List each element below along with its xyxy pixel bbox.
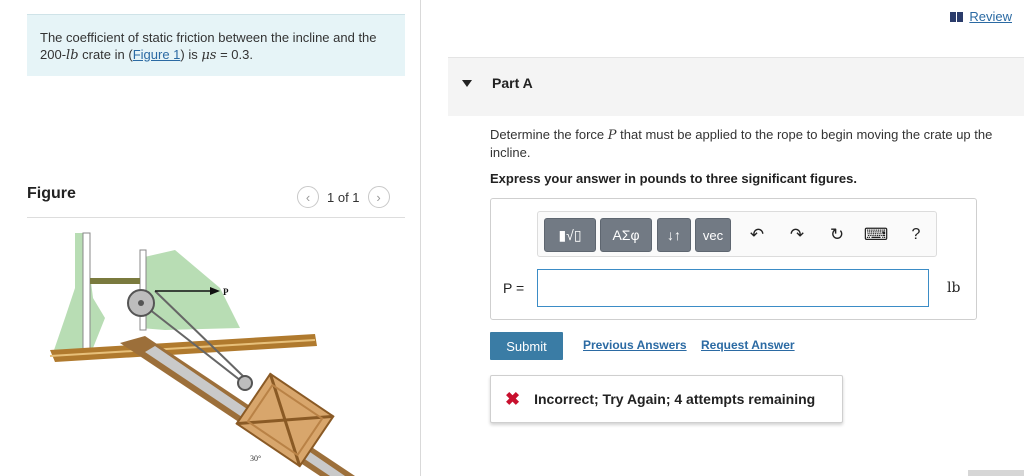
beam bbox=[90, 278, 140, 284]
undo-icon: ↶ bbox=[749, 225, 765, 244]
panel-divider bbox=[420, 0, 421, 476]
arrows-button[interactable]: ↓↑ bbox=[657, 218, 691, 252]
answer-panel: ▮√▯ ΑΣφ ↓↑ vec ↶ ↷ ↻ ⌨ ? P = lb bbox=[490, 198, 977, 320]
chevron-right-icon: › bbox=[376, 189, 381, 205]
keyboard-icon: ⌨ bbox=[863, 225, 889, 244]
answer-input[interactable] bbox=[537, 269, 929, 307]
error-x-icon: ✖ bbox=[505, 388, 521, 409]
incline-crate-figure: P 30° bbox=[49, 232, 355, 476]
problem-text-2: crate in ( bbox=[78, 47, 133, 62]
part-header[interactable]: Part A bbox=[448, 57, 1024, 116]
review-link[interactable]: Review bbox=[950, 9, 1012, 24]
help-icon: ? bbox=[911, 226, 921, 243]
collapse-caret-icon[interactable] bbox=[462, 80, 472, 87]
left-post bbox=[82, 232, 91, 354]
math-toolbar: ▮√▯ ΑΣφ ↓↑ vec ↶ ↷ ↻ ⌨ ? bbox=[537, 211, 937, 257]
figure-link[interactable]: Figure 1 bbox=[133, 47, 181, 62]
angle-label: 30° bbox=[250, 454, 261, 463]
book-icon bbox=[950, 11, 964, 22]
review-label: Review bbox=[969, 9, 1012, 24]
upper-pulley-hub bbox=[138, 300, 144, 306]
reset-button[interactable]: ↻ bbox=[825, 223, 849, 247]
templates-button[interactable]: ▮√▯ bbox=[544, 218, 596, 252]
submit-button[interactable]: Submit bbox=[490, 332, 563, 360]
next-figure-button[interactable]: › bbox=[367, 186, 390, 208]
question-text-1: Determine the force bbox=[490, 127, 608, 142]
figure-heading: Figure bbox=[27, 185, 76, 202]
request-answer-link[interactable]: Request Answer bbox=[701, 338, 795, 352]
figure-divider bbox=[27, 217, 405, 218]
part-title: Part A bbox=[492, 75, 533, 91]
question-text: Determine the force P that must be appli… bbox=[490, 126, 1022, 161]
undo-button[interactable]: ↶ bbox=[745, 223, 769, 247]
answer-instructions: Express your answer in pounds to three s… bbox=[490, 171, 857, 186]
answer-label: P = bbox=[503, 280, 524, 296]
chevron-left-icon: ‹ bbox=[305, 189, 311, 205]
vector-button[interactable]: vec bbox=[695, 218, 731, 252]
problem-statement: The coefficient of static friction betwe… bbox=[27, 14, 405, 76]
problem-text-3: ) is bbox=[180, 47, 202, 62]
feedback-banner: ✖ Incorrect; Try Again; 4 attempts remai… bbox=[490, 375, 843, 423]
redo-button[interactable]: ↷ bbox=[785, 223, 809, 247]
force-label: P bbox=[223, 287, 229, 297]
answer-label-text: P = bbox=[503, 280, 525, 296]
previous-answers-link[interactable]: Previous Answers bbox=[583, 338, 687, 352]
keyboard-button[interactable]: ⌨ bbox=[863, 223, 889, 247]
figure-page-count: 1 of 1 bbox=[327, 189, 360, 205]
left-panel: The coefficient of static friction betwe… bbox=[0, 0, 420, 476]
prev-figure-button[interactable]: ‹ bbox=[297, 186, 319, 208]
vec-icon: vec bbox=[702, 227, 724, 243]
lower-pulley bbox=[237, 375, 253, 391]
figure-pager: ‹ 1 of 1 › bbox=[297, 186, 390, 208]
reset-icon: ↻ bbox=[829, 225, 845, 244]
horizontal-scrollbar[interactable] bbox=[968, 470, 1024, 476]
greek-button[interactable]: ΑΣφ bbox=[600, 218, 652, 252]
feedback-message: Incorrect; Try Again; 4 attempts remaini… bbox=[534, 391, 816, 407]
answer-unit: lb bbox=[947, 280, 961, 296]
problem-unit: lb bbox=[66, 48, 79, 63]
greek-icon: ΑΣφ bbox=[612, 227, 640, 243]
mu-value: = 0.3. bbox=[216, 47, 253, 62]
templates-icon: ▮√▯ bbox=[558, 226, 582, 243]
question-variable: P bbox=[607, 128, 617, 143]
left-wall-shape bbox=[53, 233, 105, 358]
mu-symbol: μs bbox=[201, 48, 217, 63]
help-button[interactable]: ? bbox=[904, 223, 928, 247]
redo-icon: ↷ bbox=[789, 225, 805, 244]
arrows-icon: ↓↑ bbox=[667, 227, 681, 243]
